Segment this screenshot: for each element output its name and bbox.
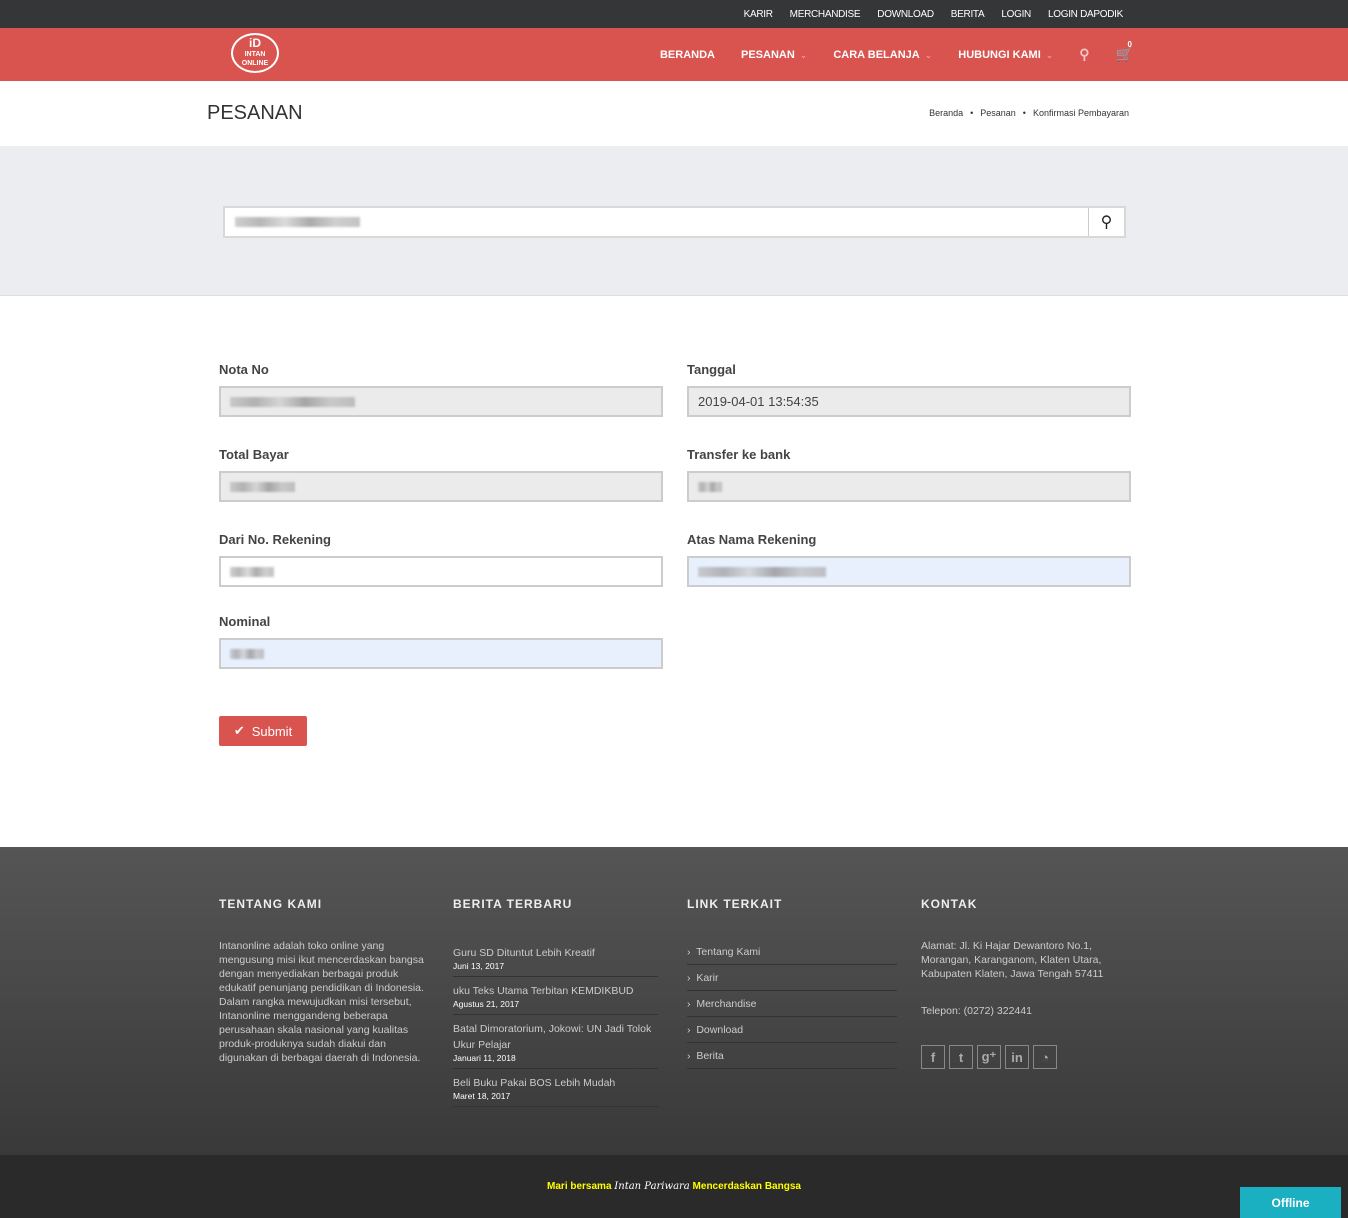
top-link-download[interactable]: DOWNLOAD	[877, 9, 934, 20]
redacted-value	[235, 217, 360, 227]
top-link-merchandise[interactable]: MERCHANDISE	[790, 9, 861, 20]
phone: Telepon: (0272) 322441	[921, 1005, 1032, 1017]
address: Alamat: Jl. Ki Hajar Dewantoro No.1, Mor…	[921, 940, 1104, 980]
breadcrumb-current: Konfirmasi Pembayaran	[1032, 108, 1129, 118]
logo[interactable]: iD INTAN ONLINE	[231, 33, 279, 73]
news-item[interactable]: Beli Buku Pakai BOS Lebih Mudah Maret 18,…	[453, 1069, 658, 1107]
top-link-login[interactable]: LOGIN	[1001, 9, 1031, 20]
nav-hubungi-kami[interactable]: HUBUNGI KAMI ⌄	[958, 49, 1053, 61]
link-berita[interactable]: › Berita	[687, 1043, 897, 1069]
facebook-icon[interactable]: f	[921, 1045, 945, 1069]
news-title: BERITA TERBARU	[453, 897, 573, 911]
nominal-field[interactable]	[219, 638, 663, 669]
twitter-icon[interactable]: t	[949, 1045, 973, 1069]
nota-label: Nota No	[219, 362, 269, 377]
linkedin-icon[interactable]: in	[1005, 1045, 1029, 1069]
chevron-down-icon: ⌄	[799, 49, 808, 60]
nav-beranda[interactable]: BERANDA	[660, 49, 715, 61]
top-link-karir[interactable]: KARIR	[744, 9, 773, 20]
breadcrumb: Beranda • Pesanan • Konfirmasi Pembayaran	[929, 108, 1129, 118]
bank-field[interactable]	[687, 471, 1131, 502]
nama-label: Atas Nama Rekening	[687, 532, 817, 547]
tagline: Mari bersama Intan Pariwara Mencerdaskan…	[0, 1155, 1348, 1218]
nav-pesanan-label: PESANAN	[740, 48, 795, 61]
rekening-label: Dari No. Rekening	[219, 532, 331, 547]
search-input[interactable]: ⚲	[223, 206, 1126, 238]
submit-label: Submit	[251, 723, 293, 739]
rekening-field[interactable]	[219, 556, 663, 587]
total-label: Total Bayar	[219, 447, 289, 462]
link-tentang-kami[interactable]: › Tentang Kami	[687, 939, 897, 965]
nav-pesanan[interactable]: PESANAN ⌄	[741, 49, 807, 61]
main-nav: iD INTAN ONLINE BERANDA PESANAN ⌄ CARA BEL…	[0, 28, 1348, 81]
link-merchandise[interactable]: › Merchandise	[687, 991, 897, 1017]
total-field[interactable]	[219, 471, 663, 502]
nama-field[interactable]	[687, 556, 1131, 587]
breadcrumb-pesanan[interactable]: Pesanan	[980, 108, 1016, 118]
top-link-berita[interactable]: BERITA	[951, 9, 985, 20]
google-plus-icon[interactable]: g⁺	[977, 1045, 1001, 1069]
search-icon: ⚲	[1100, 214, 1113, 231]
nav-hubungi-kami-label: HUBUNGI KAMI	[958, 48, 1041, 61]
cart-count: 0	[1127, 40, 1132, 49]
page-title: PESANAN	[207, 102, 303, 124]
contact-title: KONTAK	[921, 897, 978, 911]
top-link-login-dapodik[interactable]: LOGIN DAPODIK	[1048, 9, 1123, 20]
check-icon: ✔	[233, 723, 245, 738]
search-icon[interactable]: ⚲	[1079, 46, 1089, 63]
breadcrumb-beranda[interactable]: Beranda	[929, 108, 963, 118]
nav-cara-belanja[interactable]: CARA BELANJA ⌄	[833, 49, 932, 61]
nav-cara-belanja-label: CARA BELANJA	[833, 48, 920, 61]
links-title: LINK TERKAIT	[687, 897, 783, 911]
news-item[interactable]: Guru SD Dituntut Lebih Kreatif Juni 13, 2…	[453, 939, 658, 977]
nota-field[interactable]	[219, 386, 663, 417]
top-bar: KARIR MERCHANDISE DOWNLOAD BERITA LOGIN …	[0, 0, 1348, 28]
news-item[interactable]: uku Teks Utama Terbitan KEMDIKBUD Agustus…	[453, 977, 658, 1015]
bank-label: Transfer ke bank	[687, 447, 791, 462]
about-text: Intanonline adalah toko online yang meng…	[219, 940, 424, 1064]
nominal-label: Nominal	[219, 614, 271, 629]
chat-status-button[interactable]: Offline	[1240, 1187, 1341, 1218]
chevron-down-icon: ⌄	[1045, 49, 1054, 60]
tanggal-field[interactable]: 2019-04-01 13:54:35	[687, 386, 1131, 417]
about-title: TENTANG KAMI	[219, 897, 323, 911]
footer: TENTANG KAMI Intanonline adalah toko onli…	[0, 847, 1348, 1155]
tanggal-label: Tanggal	[687, 362, 736, 377]
search-button[interactable]: ⚲	[1088, 208, 1124, 236]
submit-button[interactable]: ✔ Submit	[219, 716, 307, 746]
news-item[interactable]: Batal Dimoratorium, Jokowi: UN Jadi Tolo…	[453, 1015, 658, 1069]
link-download[interactable]: › Download	[687, 1017, 897, 1043]
chevron-down-icon: ⌄	[924, 49, 933, 60]
rss-icon[interactable]: ◔	[1033, 1045, 1057, 1069]
link-karir[interactable]: › Karir	[687, 965, 897, 991]
logo-text: INTAN ONLINE	[241, 51, 269, 67]
